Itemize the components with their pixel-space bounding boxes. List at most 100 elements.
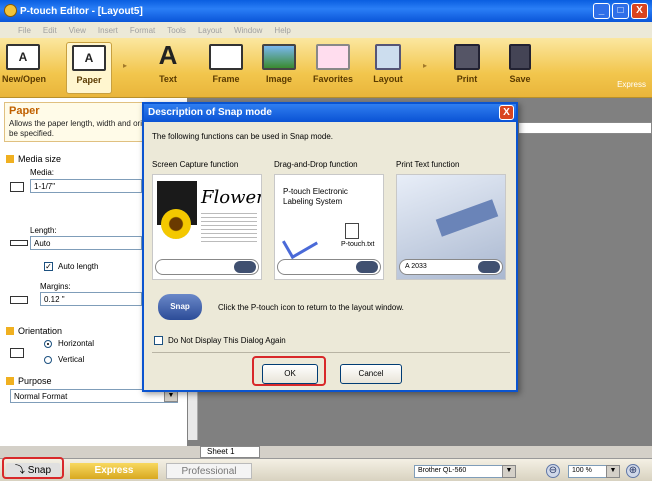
- drag-arrow-icon: [282, 226, 318, 260]
- capture-print-icon: [234, 261, 256, 273]
- favorites-icon: [316, 44, 350, 70]
- section-marker-icon: [6, 327, 14, 335]
- paper-button[interactable]: A Paper: [66, 42, 112, 94]
- length-input[interactable]: Auto: [30, 236, 142, 250]
- dialog-close-button[interactable]: X: [499, 105, 514, 120]
- menu-tools[interactable]: Tools: [165, 26, 188, 35]
- window-controls: _ □ X: [593, 3, 648, 19]
- frame-icon: [209, 44, 243, 70]
- margins-label: Margins:: [40, 282, 71, 291]
- media-select[interactable]: 1-1/7": [30, 179, 142, 193]
- minimize-button[interactable]: _: [593, 3, 610, 19]
- ribbon-separator-2: ▸: [422, 61, 427, 70]
- snap-highlight-box: [2, 457, 64, 479]
- auto-length-label: Auto length: [58, 262, 99, 271]
- menu-format[interactable]: Format: [128, 26, 157, 35]
- length-label: Length:: [30, 226, 57, 235]
- save-button[interactable]: Save: [498, 42, 542, 94]
- express-mode-button[interactable]: Express: [70, 463, 158, 479]
- printer-dropdown-arrow-icon[interactable]: ▼: [502, 465, 516, 478]
- print-input-bar: A 2033: [399, 259, 503, 275]
- section-marker-icon: [6, 377, 14, 385]
- app-icon: [4, 4, 17, 17]
- save-icon: [509, 44, 531, 70]
- flower-word: Flower: [201, 187, 262, 208]
- zoom-in-button[interactable]: ⊕: [626, 464, 640, 478]
- dialog-title: Description of Snap mode: [148, 107, 272, 118]
- menu-bar: File Edit View Insert Format Tools Layou…: [0, 22, 652, 38]
- horizontal-radio[interactable]: [44, 340, 52, 348]
- menu-view[interactable]: View: [67, 26, 88, 35]
- status-bar: ⤵ Snap Express Professional Brother QL-5…: [0, 458, 652, 481]
- dialog-intro: The following functions can be used in S…: [152, 132, 334, 141]
- snap-instructions: Snap Click the P-touch icon to return to…: [158, 294, 504, 322]
- menu-layout[interactable]: Layout: [196, 26, 224, 35]
- close-button[interactable]: X: [631, 3, 648, 19]
- ribbon-separator-1: ▸: [122, 61, 127, 70]
- menu-file[interactable]: File: [16, 26, 33, 35]
- sheet-tab[interactable]: Sheet 1: [200, 446, 260, 458]
- auto-length-checkbox[interactable]: ✓: [44, 262, 53, 271]
- orientation-icon: [10, 348, 24, 358]
- snap-mode-dialog: Description of Snap mode X The following…: [142, 102, 518, 392]
- media-size-section: Media size: [6, 154, 61, 164]
- vertical-label: Vertical: [58, 355, 85, 364]
- cancel-button[interactable]: Cancel: [340, 364, 402, 384]
- menu-insert[interactable]: Insert: [96, 26, 120, 35]
- media-label: Media:: [30, 168, 55, 177]
- new-open-label: New/Open: [2, 74, 47, 84]
- dialog-divider: [152, 352, 510, 353]
- print-label: Print: [456, 74, 478, 84]
- drag-drop-preview: P-touch Electronic Labeling System P-tou…: [274, 174, 384, 280]
- margins-icon: [10, 296, 28, 304]
- screen-capture-preview: Flower: [152, 174, 262, 280]
- article-text-lines: [201, 213, 257, 245]
- dialog-title-bar: Description of Snap mode X: [144, 104, 516, 122]
- maximize-button[interactable]: □: [612, 3, 629, 19]
- ptouch-snap-icon: Snap: [158, 294, 202, 320]
- horizontal-ruler: [518, 122, 652, 134]
- menu-edit[interactable]: Edit: [41, 26, 59, 35]
- screen-capture-title: Screen Capture function: [152, 160, 239, 169]
- ribbon-toolbar: A New/Open A Paper ▸ A Text Frame Image …: [0, 38, 652, 98]
- do-not-display-checkbox[interactable]: [154, 336, 163, 345]
- dd-file-name: P-touch.txt: [341, 241, 375, 248]
- capture-input-bar: [155, 259, 259, 275]
- layout-icon: [375, 44, 401, 70]
- orientation-section: Orientation: [6, 326, 62, 336]
- express-logo-label: Express: [617, 80, 646, 89]
- main-window: P-touch Editor - [Layout5] _ □ X File Ed…: [0, 0, 652, 481]
- image-label: Image: [265, 74, 292, 84]
- professional-mode-button[interactable]: Professional: [166, 463, 252, 479]
- print-text-title: Print Text function: [396, 160, 460, 169]
- text-label: Text: [159, 74, 177, 84]
- section-marker-icon: [6, 155, 14, 163]
- zoom-dropdown-arrow-icon[interactable]: ▼: [606, 465, 620, 478]
- zoom-out-button[interactable]: ⊖: [546, 464, 560, 478]
- dd-text: P-touch Electronic Labeling System: [283, 187, 348, 206]
- ok-highlight-box: [252, 356, 326, 386]
- vertical-radio[interactable]: [44, 356, 52, 364]
- image-icon: [262, 44, 296, 70]
- favorites-button[interactable]: Favorites: [308, 42, 358, 94]
- dd-print-icon: [356, 261, 378, 273]
- frame-button[interactable]: Frame: [202, 42, 250, 94]
- new-open-button[interactable]: A New/Open: [2, 42, 47, 94]
- tape-icon: [10, 182, 24, 192]
- print-button[interactable]: Print: [446, 42, 488, 94]
- menu-window[interactable]: Window: [232, 26, 264, 35]
- text-icon: A: [158, 40, 178, 70]
- image-button[interactable]: Image: [256, 42, 302, 94]
- printed-label-image: [435, 199, 499, 237]
- print-input-value: A 2033: [405, 263, 427, 270]
- text-button[interactable]: A Text: [146, 42, 190, 94]
- text-file-icon: [345, 223, 359, 239]
- orientation-label: Orientation: [18, 326, 63, 336]
- menu-help[interactable]: Help: [272, 26, 292, 35]
- print-text-icon: [478, 261, 500, 273]
- printer-select[interactable]: Brother QL-560: [414, 465, 514, 478]
- margins-input[interactable]: 0.12 ": [40, 292, 142, 306]
- purpose-section: Purpose: [6, 376, 52, 386]
- printer-icon: [454, 44, 480, 70]
- layout-button[interactable]: Layout: [366, 42, 410, 94]
